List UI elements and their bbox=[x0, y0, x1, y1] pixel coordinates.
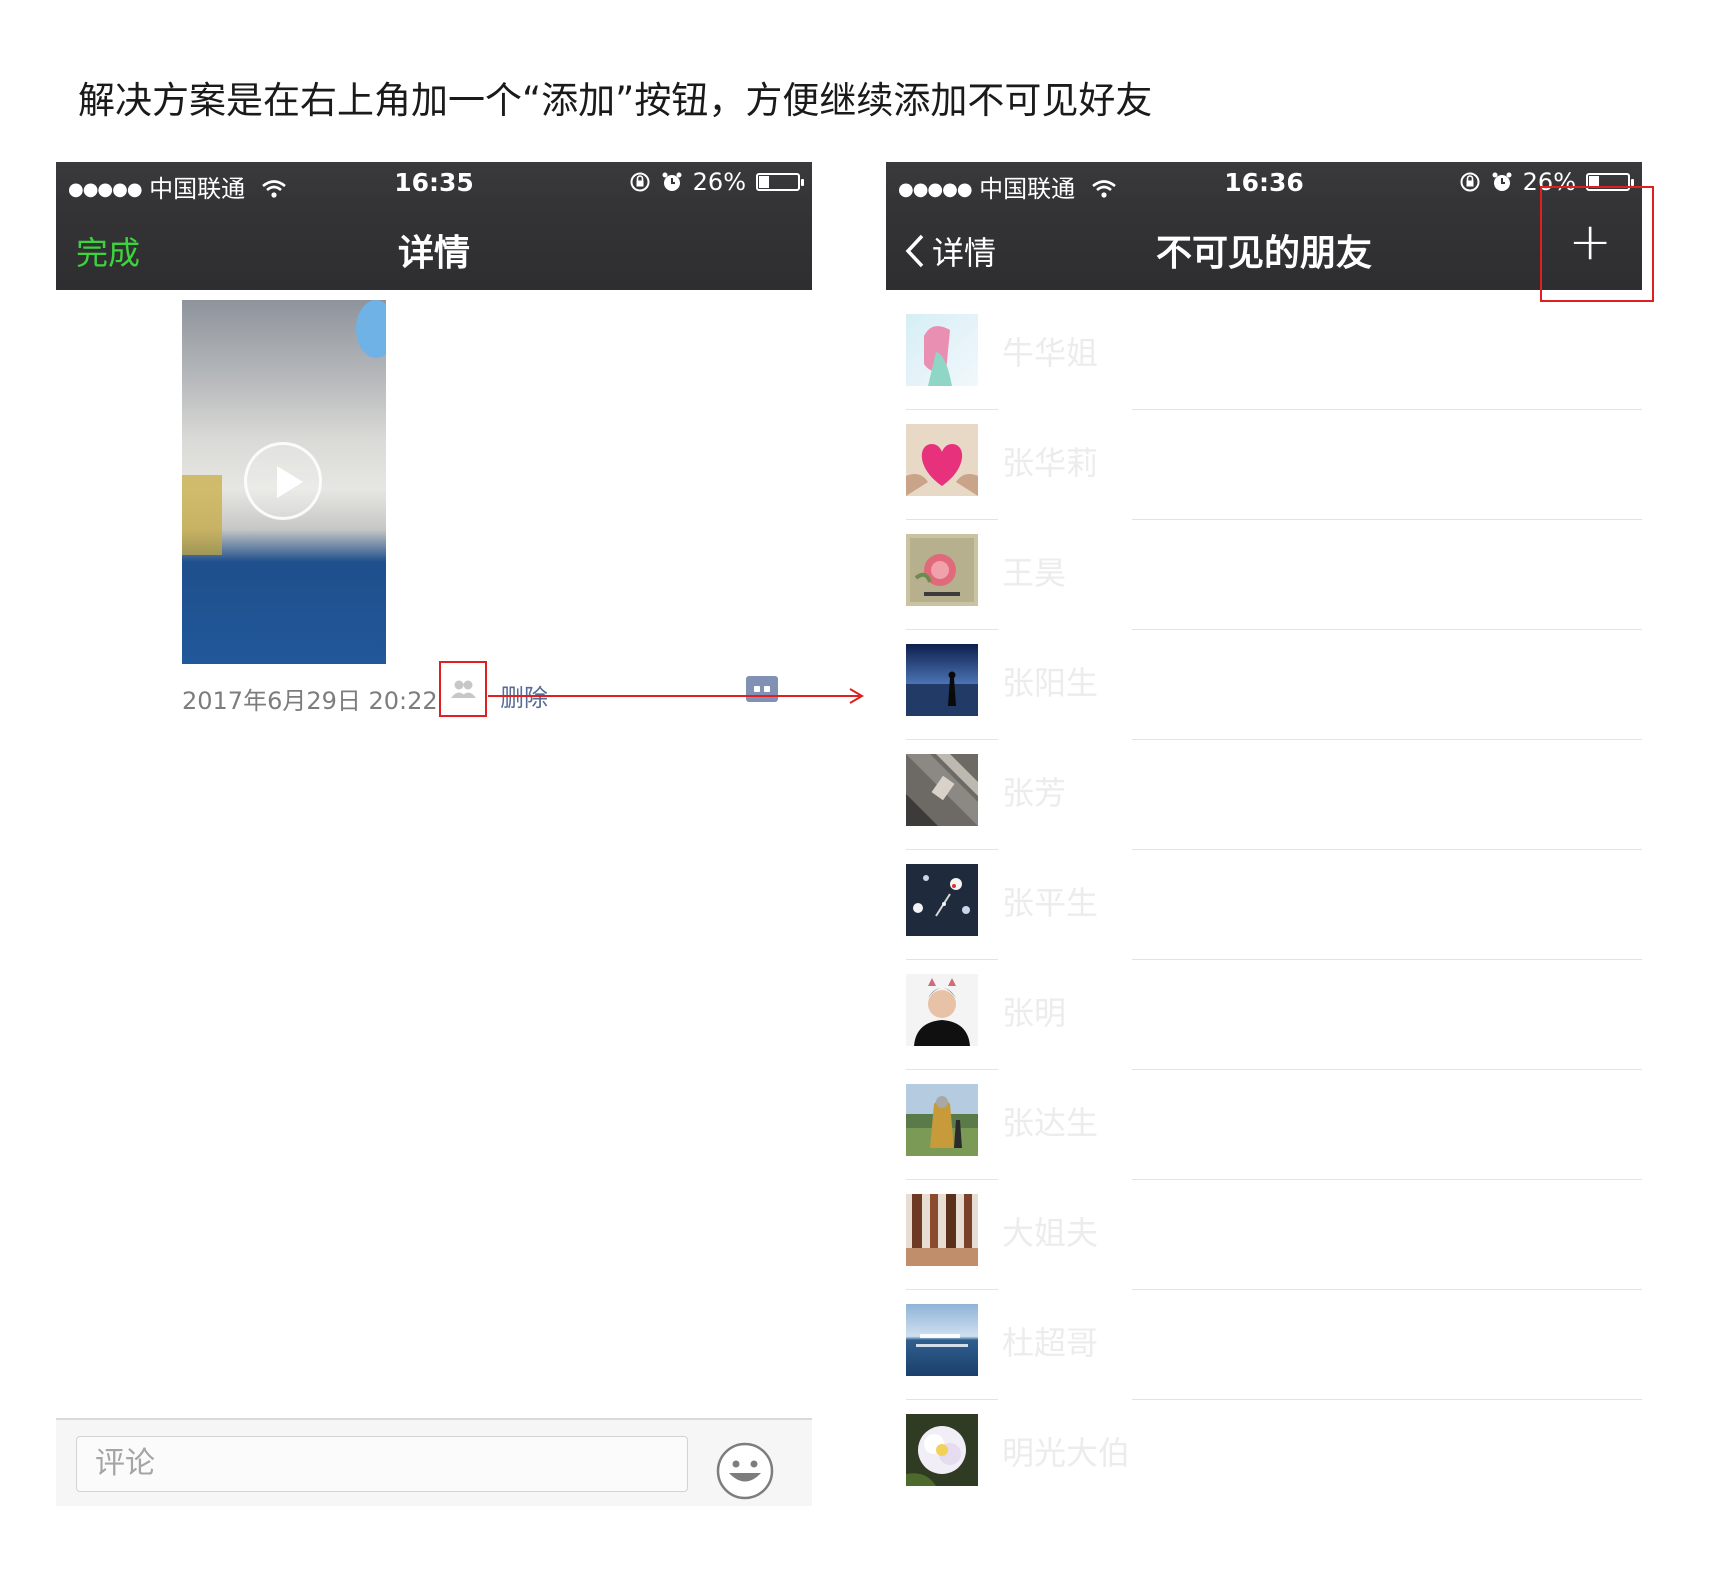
avatar bbox=[906, 864, 978, 936]
list-item[interactable]: 大姐夫 bbox=[886, 1180, 1642, 1290]
friend-name: 牛华姐 bbox=[1002, 334, 1099, 372]
friend-name: 张达生 bbox=[1002, 1104, 1099, 1142]
battery-percent: 26% bbox=[692, 168, 746, 196]
list-item[interactable]: 明光大伯 bbox=[886, 1400, 1642, 1510]
friend-name: 张华莉 bbox=[1002, 444, 1099, 482]
status-bar: ●●●●● 中国联通 16:36 26% bbox=[886, 162, 1642, 204]
friend-name: 明光大伯 bbox=[1002, 1434, 1131, 1472]
play-icon[interactable] bbox=[244, 442, 322, 520]
list-item[interactable]: 杜超哥 bbox=[886, 1290, 1642, 1400]
comment-input[interactable]: 评论 bbox=[76, 1436, 688, 1492]
friend-name: 张平生 bbox=[1002, 884, 1099, 922]
friend-name: 王昊 bbox=[1002, 554, 1067, 592]
list-item[interactable]: 张华莉 bbox=[886, 410, 1642, 520]
friend-list: 牛华姐 张华莉 王昊 张阳生 张芳 张平生 张明 张达生 大姐夫 杜超哥 明光大… bbox=[886, 300, 1642, 1510]
status-bar: ●●●●● 中国联通 16:35 26% bbox=[56, 162, 812, 204]
add-button-highlight bbox=[1540, 186, 1654, 302]
detail-screen: ●●●●● 中国联通 16:35 26% 完成 详情 2017年6月29日 20… bbox=[56, 162, 864, 1506]
friend-name: 杜超哥 bbox=[1002, 1324, 1099, 1362]
battery-icon bbox=[756, 173, 804, 191]
invisible-friends-screen: ●●●●● 中国联通 16:36 26% 详情 不可见的朋友 + 牛华姐 张华莉 bbox=[886, 162, 1642, 1512]
comment-bar: 评论 bbox=[56, 1418, 812, 1506]
avatar bbox=[906, 644, 978, 716]
list-item[interactable]: 牛华姐 bbox=[886, 300, 1642, 410]
avatar bbox=[906, 1304, 978, 1376]
annotation-arrow bbox=[488, 688, 864, 704]
avatar bbox=[906, 424, 978, 496]
nav-bar: 完成 详情 bbox=[56, 204, 812, 290]
friend-name: 张阳生 bbox=[1002, 664, 1099, 702]
list-item[interactable]: 张明 bbox=[886, 960, 1642, 1070]
page-title: 详情 bbox=[397, 233, 470, 274]
video-scene-detail bbox=[182, 475, 222, 555]
friend-name: 张明 bbox=[1002, 994, 1067, 1032]
battery-level bbox=[759, 176, 769, 188]
friend-name: 大姐夫 bbox=[1002, 1214, 1099, 1252]
post-timestamp: 2017年6月29日 20:22 bbox=[182, 686, 438, 715]
video-scene-balloon bbox=[356, 300, 386, 358]
avatar bbox=[906, 534, 978, 606]
rotation-lock-icon bbox=[1460, 172, 1480, 192]
avatar bbox=[906, 1084, 978, 1156]
nav-bar: 详情 不可见的朋友 + bbox=[886, 204, 1642, 290]
list-item[interactable]: 张达生 bbox=[886, 1070, 1642, 1180]
alarm-icon bbox=[1492, 172, 1512, 191]
avatar bbox=[906, 314, 978, 386]
list-item[interactable]: 张阳生 bbox=[886, 630, 1642, 740]
annotation-caption: 解决方案是在右上角加一个“添加”按钮，方便继续添加不可见好友 bbox=[78, 79, 1153, 122]
list-item[interactable]: 张平生 bbox=[886, 850, 1642, 960]
avatar bbox=[906, 1194, 978, 1266]
list-item[interactable]: 张芳 bbox=[886, 740, 1642, 850]
friend-name: 张芳 bbox=[1002, 774, 1067, 812]
avatar bbox=[906, 1414, 978, 1486]
alarm-icon bbox=[662, 172, 682, 191]
page-title: 不可见的朋友 bbox=[1155, 233, 1372, 274]
avatar bbox=[906, 754, 978, 826]
avatar bbox=[906, 974, 978, 1046]
visibility-icon-highlight[interactable] bbox=[439, 661, 487, 717]
people-icon bbox=[451, 680, 476, 698]
video-thumbnail[interactable] bbox=[182, 300, 386, 664]
rotation-lock-icon bbox=[630, 172, 650, 192]
status-right: 26% bbox=[629, 168, 804, 196]
list-item[interactable]: 王昊 bbox=[886, 520, 1642, 630]
emoji-icon[interactable] bbox=[716, 1442, 774, 1500]
